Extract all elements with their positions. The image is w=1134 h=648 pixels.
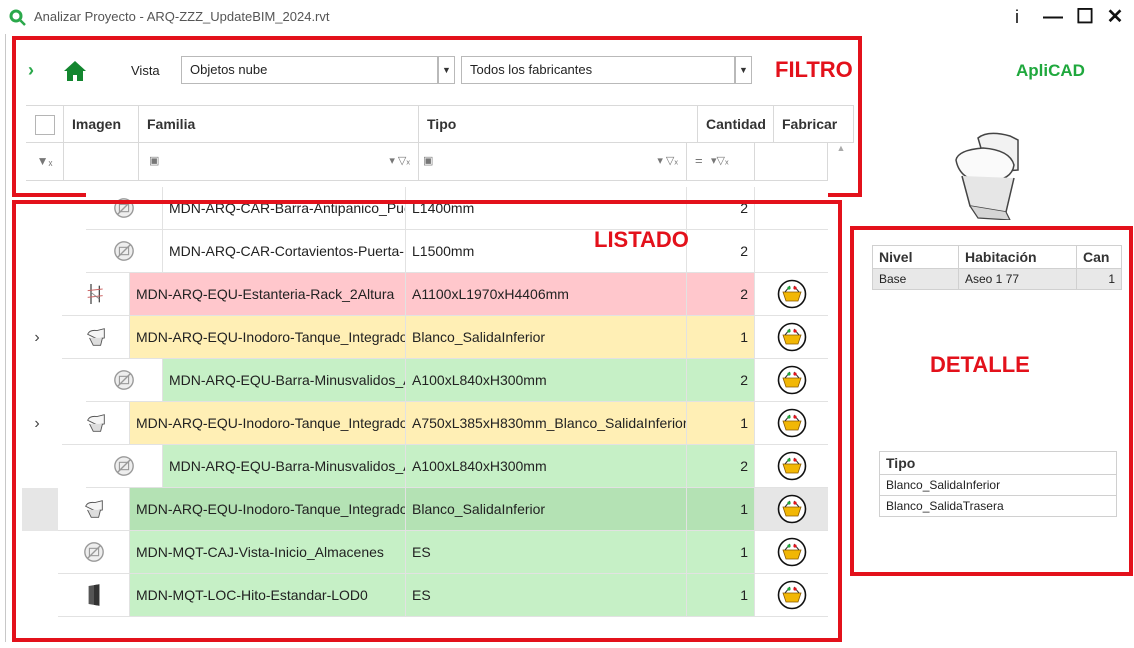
window-title: Analizar Proyecto - ARQ-ZZZ_UpdateBIM_20… — [34, 9, 330, 24]
detalle-region — [850, 226, 1133, 576]
info-button[interactable]: i — [1000, 4, 1034, 30]
listado-region — [12, 200, 842, 642]
brand-logo: ApliCAD — [1016, 61, 1085, 80]
title-bar: Analizar Proyecto - ARQ-ZZZ_UpdateBIM_20… — [0, 0, 1134, 34]
preview-toilet-image — [955, 132, 1019, 220]
app-search-icon — [9, 9, 26, 26]
maximize-button[interactable]: ☐ — [1068, 4, 1102, 30]
window-left-border — [5, 34, 6, 642]
filtro-region — [12, 36, 862, 197]
minimize-button[interactable]: — — [1036, 4, 1070, 30]
close-button[interactable]: ✕ — [1098, 4, 1132, 30]
